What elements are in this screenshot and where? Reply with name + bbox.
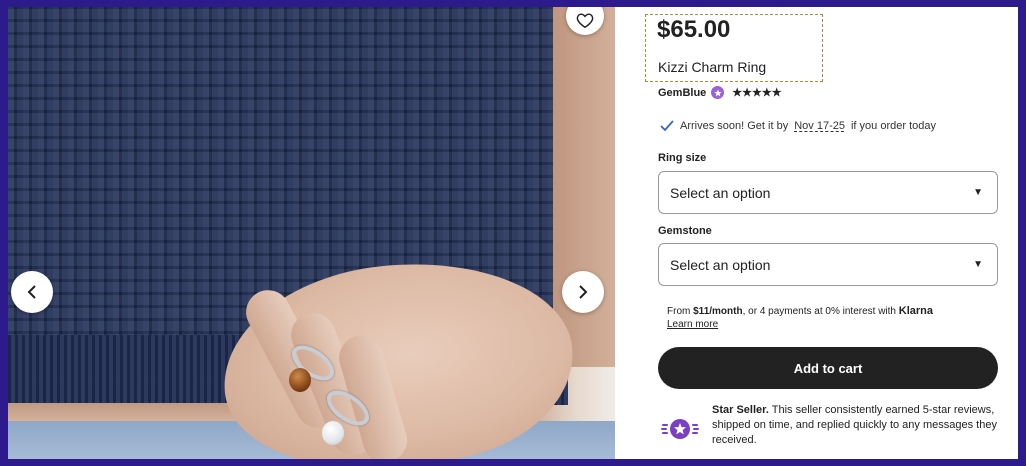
- delivery-prefix: Arrives soon! Get it by: [680, 120, 789, 132]
- heart-icon: [576, 13, 594, 28]
- klarna-logo: Klarna: [898, 305, 934, 317]
- add-to-cart-button[interactable]: Add to cart: [658, 347, 998, 389]
- ring-size-label: Ring size: [658, 152, 707, 164]
- learn-more-link[interactable]: Learn more: [667, 318, 987, 331]
- checkmark-icon: [660, 120, 674, 132]
- seller-name[interactable]: GemBlue: [658, 87, 706, 99]
- delivery-suffix: if you order today: [850, 120, 936, 132]
- star-seller-title: Star Seller.: [712, 404, 769, 416]
- seller-row: GemBlue ★★★★★: [658, 86, 782, 99]
- ring-size-value: Select an option: [670, 184, 771, 201]
- financing-middle: , or 4 payments at 0% interest with: [742, 306, 896, 317]
- ring-size-select[interactable]: Select an option ▼: [658, 171, 998, 214]
- chevron-left-icon: [27, 285, 36, 299]
- next-image-button[interactable]: [562, 271, 604, 313]
- listing-frame: $65.00 Kizzi Charm Ring GemBlue ★★★★★ Ar…: [8, 7, 1018, 459]
- previous-image-button[interactable]: [11, 271, 53, 313]
- star-seller-info: Star Seller. This seller consistently ea…: [660, 403, 1000, 449]
- product-details-panel: $65.00 Kizzi Charm Ring GemBlue ★★★★★ Ar…: [616, 7, 1018, 459]
- gemstone-value: Select an option: [670, 256, 771, 273]
- delivery-date[interactable]: Nov 17-25: [794, 120, 845, 132]
- delivery-estimate: Arrives soon! Get it by Nov 17-25 if you…: [660, 120, 936, 132]
- financing-prefix: From: [667, 306, 691, 317]
- caret-down-icon: ▼: [973, 259, 983, 270]
- rating-stars[interactable]: ★★★★★: [732, 86, 781, 99]
- star-seller-badge-icon: [711, 86, 725, 99]
- financing-info: From $11/month, or 4 payments at 0% inte…: [667, 305, 987, 331]
- caret-down-icon: ▼: [973, 187, 983, 198]
- gemstone-select[interactable]: Select an option ▼: [658, 243, 998, 286]
- photo-gemstone-crystal: [322, 421, 344, 445]
- star-seller-icon: [660, 409, 700, 449]
- product-price: $65.00: [657, 16, 731, 43]
- product-title: Kizzi Charm Ring: [658, 59, 767, 75]
- product-photo[interactable]: [8, 7, 615, 459]
- photo-gemstone-tigers-eye: [289, 368, 311, 392]
- financing-amount: $11/month: [693, 306, 743, 317]
- gemstone-label: Gemstone: [658, 225, 712, 237]
- chevron-right-icon: [579, 285, 588, 299]
- star-seller-text: Star Seller. This seller consistently ea…: [712, 403, 997, 449]
